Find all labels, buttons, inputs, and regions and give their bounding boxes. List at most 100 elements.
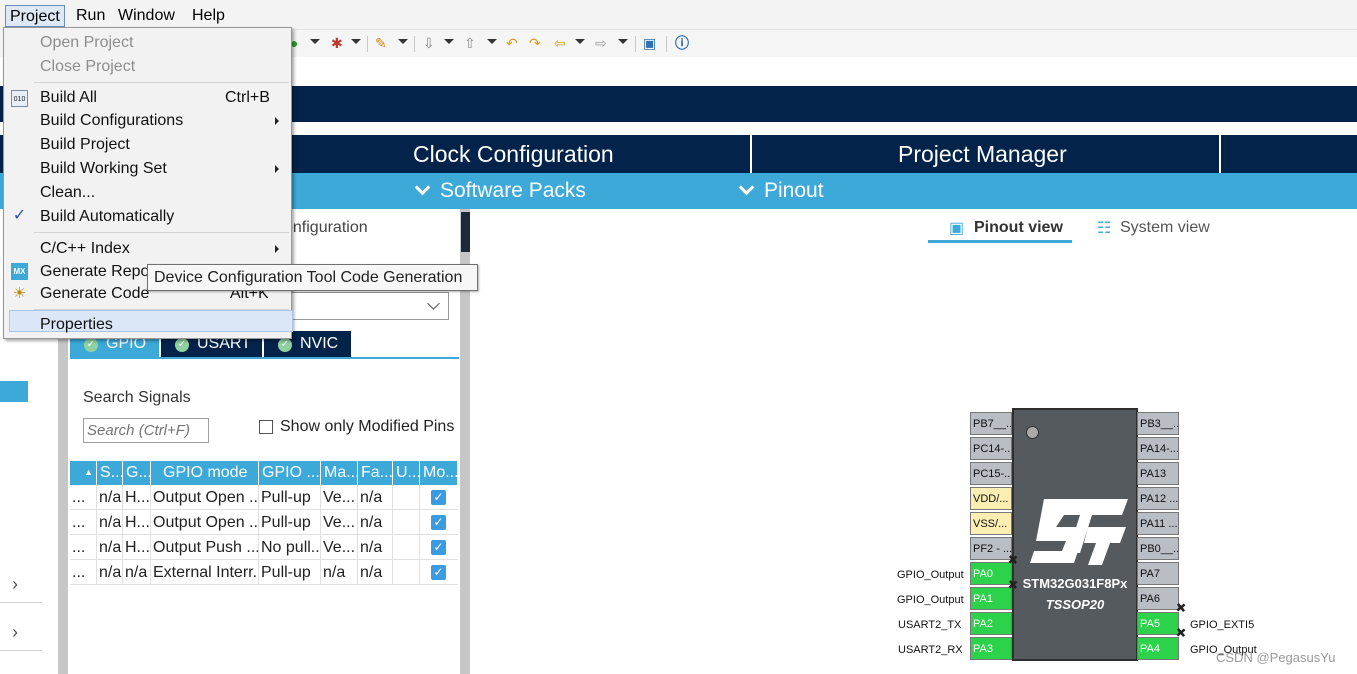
forward-dropdown-icon[interactable] bbox=[618, 39, 628, 44]
pin-pc14[interactable]: PC14-... bbox=[970, 437, 1012, 460]
col-header-modified[interactable]: Mo... bbox=[420, 461, 458, 485]
pin-pa3[interactable]: PA3 bbox=[970, 637, 1012, 660]
cell-output-level: H... bbox=[123, 535, 151, 560]
forward-edit-icon[interactable]: ↷ bbox=[529, 34, 541, 52]
chevron-right-icon[interactable]: › bbox=[12, 574, 18, 595]
pin-label-pa0: GPIO_Output bbox=[897, 569, 964, 581]
debug-icon[interactable]: ✱ bbox=[331, 34, 343, 52]
col-header-fast-mode[interactable]: Fa... bbox=[358, 461, 393, 485]
modified-checkbox[interactable]: ✓ bbox=[431, 490, 446, 505]
tab-project-manager[interactable]: Project Manager bbox=[898, 141, 1067, 168]
menu-build-project[interactable]: Build Project bbox=[40, 136, 130, 154]
tab-underline bbox=[928, 240, 1072, 243]
menu-generate-report[interactable]: Generate Repo bbox=[40, 263, 149, 281]
search-signals-input[interactable] bbox=[83, 418, 209, 443]
table-row[interactable]: ... n/a H... Output Open ... Pull-up Ve.… bbox=[70, 485, 458, 510]
pin-pa14[interactable]: PA14-... bbox=[1137, 437, 1179, 460]
last-edit-icon[interactable]: ↶ bbox=[506, 34, 518, 52]
tab-clock-configuration[interactable]: Clock Configuration bbox=[413, 141, 614, 168]
tab-divider bbox=[1219, 135, 1221, 173]
cell-user-label bbox=[393, 560, 420, 585]
external-tools-icon[interactable]: ✎ bbox=[375, 34, 387, 52]
col-header-max-speed[interactable]: Ma... bbox=[321, 461, 358, 485]
pin-pa12[interactable]: PA12 ... bbox=[1137, 487, 1179, 510]
cell-user-label bbox=[393, 510, 420, 535]
menu-help[interactable]: Help bbox=[188, 5, 229, 27]
category-selected-marker[interactable] bbox=[0, 381, 28, 402]
modified-checkbox[interactable]: ✓ bbox=[431, 565, 446, 580]
menu-generate-code[interactable]: Generate Code bbox=[40, 285, 149, 303]
pinout-label: Pinout bbox=[764, 179, 824, 202]
back-dropdown-icon[interactable] bbox=[575, 39, 585, 44]
col-header-pin[interactable]: ▲ bbox=[70, 461, 97, 485]
software-packs-menu[interactable]: Software Packs bbox=[414, 179, 586, 203]
tab-divider bbox=[750, 135, 752, 173]
back-icon[interactable]: ⇦ bbox=[554, 34, 566, 52]
submenu-arrow-icon bbox=[275, 165, 279, 173]
menu-build-all[interactable]: Build All bbox=[40, 89, 97, 107]
col-header-signal[interactable]: S... bbox=[97, 461, 123, 485]
chevron-right-icon[interactable]: › bbox=[12, 622, 18, 643]
pin-label-pa5: GPIO_EXTI5 bbox=[1190, 619, 1255, 631]
menu-cc-index[interactable]: C/C++ Index bbox=[40, 240, 130, 258]
forward-icon[interactable]: ⇨ bbox=[595, 34, 607, 52]
menu-build-automatically[interactable]: Build Automatically bbox=[40, 208, 174, 226]
pin-pa11[interactable]: PA11 ... bbox=[1137, 512, 1179, 535]
menu-close-project[interactable]: Close Project bbox=[40, 58, 135, 76]
menu-run[interactable]: Run bbox=[72, 5, 109, 27]
pin-pb7[interactable]: PB7__... bbox=[970, 412, 1012, 435]
pin-vss[interactable]: VSS/... bbox=[970, 512, 1012, 535]
col-header-gpio-pull[interactable]: GPIO ... bbox=[259, 461, 321, 485]
cell-output-level: H... bbox=[123, 485, 151, 510]
cell-pin: ... bbox=[70, 510, 97, 535]
pin-pa1[interactable]: PA1 bbox=[970, 587, 1012, 610]
pin-pb0[interactable]: PB0__... bbox=[1137, 537, 1179, 560]
collapse-panel-handle[interactable] bbox=[461, 212, 470, 252]
menu-window[interactable]: Window bbox=[114, 5, 179, 27]
toolbar-separator bbox=[635, 36, 636, 52]
mode-select[interactable] bbox=[291, 292, 449, 320]
run-dropdown-icon[interactable] bbox=[310, 39, 320, 44]
modified-checkbox[interactable]: ✓ bbox=[431, 540, 446, 555]
table-row[interactable]: ... n/a n/a External Interr... Pull-up n… bbox=[70, 560, 458, 585]
pin-pa4[interactable]: PA4 bbox=[1137, 637, 1179, 660]
cell-pull: No pull... bbox=[259, 535, 321, 560]
menu-open-project[interactable]: Open Project bbox=[40, 34, 133, 52]
cell-signal: n/a bbox=[97, 535, 123, 560]
previous-annotation-icon[interactable]: ⇧ bbox=[464, 34, 476, 52]
table-row[interactable]: ... n/a H... Output Open ... Pull-up Ve.… bbox=[70, 510, 458, 535]
previous-annotation-dropdown-icon[interactable] bbox=[487, 39, 497, 44]
modified-checkbox[interactable]: ✓ bbox=[431, 515, 446, 530]
debug-dropdown-icon[interactable] bbox=[351, 39, 361, 44]
menu-build-configurations[interactable]: Build Configurations bbox=[40, 112, 183, 130]
show-modified-checkbox[interactable] bbox=[259, 420, 273, 434]
col-header-gpio-output-level[interactable]: G... bbox=[123, 461, 151, 485]
menu-build-working-set[interactable]: Build Working Set bbox=[40, 160, 167, 178]
table-row[interactable]: ... n/a H... Output Push ... No pull... … bbox=[70, 535, 458, 560]
cell-fast-mode: n/a bbox=[358, 560, 393, 585]
menu-project[interactable]: Project bbox=[5, 5, 65, 27]
cell-gpio-mode: Output Push ... bbox=[151, 535, 259, 560]
col-header-user-label[interactable]: U... bbox=[393, 461, 420, 485]
submenu-arrow-icon bbox=[275, 245, 279, 253]
pin-vdd[interactable]: VDD/... bbox=[970, 487, 1012, 510]
toolbar-separator bbox=[666, 36, 667, 52]
menu-clean[interactable]: Clean... bbox=[40, 184, 95, 202]
cell-gpio-mode: External Interr... bbox=[151, 560, 259, 585]
gear-hand-icon: ☀ bbox=[12, 285, 27, 302]
menu-properties[interactable]: Properties bbox=[40, 316, 113, 334]
pin-pc15[interactable]: PC15-... bbox=[970, 462, 1012, 485]
col-header-gpio-mode[interactable]: GPIO mode bbox=[151, 461, 259, 485]
info-icon[interactable]: ⓘ bbox=[675, 34, 689, 52]
next-annotation-icon[interactable]: ⇩ bbox=[423, 34, 435, 52]
pin-pa7[interactable]: PA7 bbox=[1137, 562, 1179, 585]
external-tools-dropdown-icon[interactable] bbox=[398, 39, 408, 44]
pinout-menu[interactable]: Pinout bbox=[738, 179, 824, 203]
pin-pa2[interactable]: PA2 bbox=[970, 612, 1012, 635]
software-packs-label: Software Packs bbox=[440, 179, 586, 202]
open-console-icon[interactable]: ▣ bbox=[643, 34, 656, 52]
next-annotation-dropdown-icon[interactable] bbox=[444, 39, 454, 44]
submenu-arrow-icon bbox=[275, 117, 279, 125]
pin-pb3[interactable]: PB3__... bbox=[1137, 412, 1179, 435]
pin-pa13[interactable]: PA13 bbox=[1137, 462, 1179, 485]
